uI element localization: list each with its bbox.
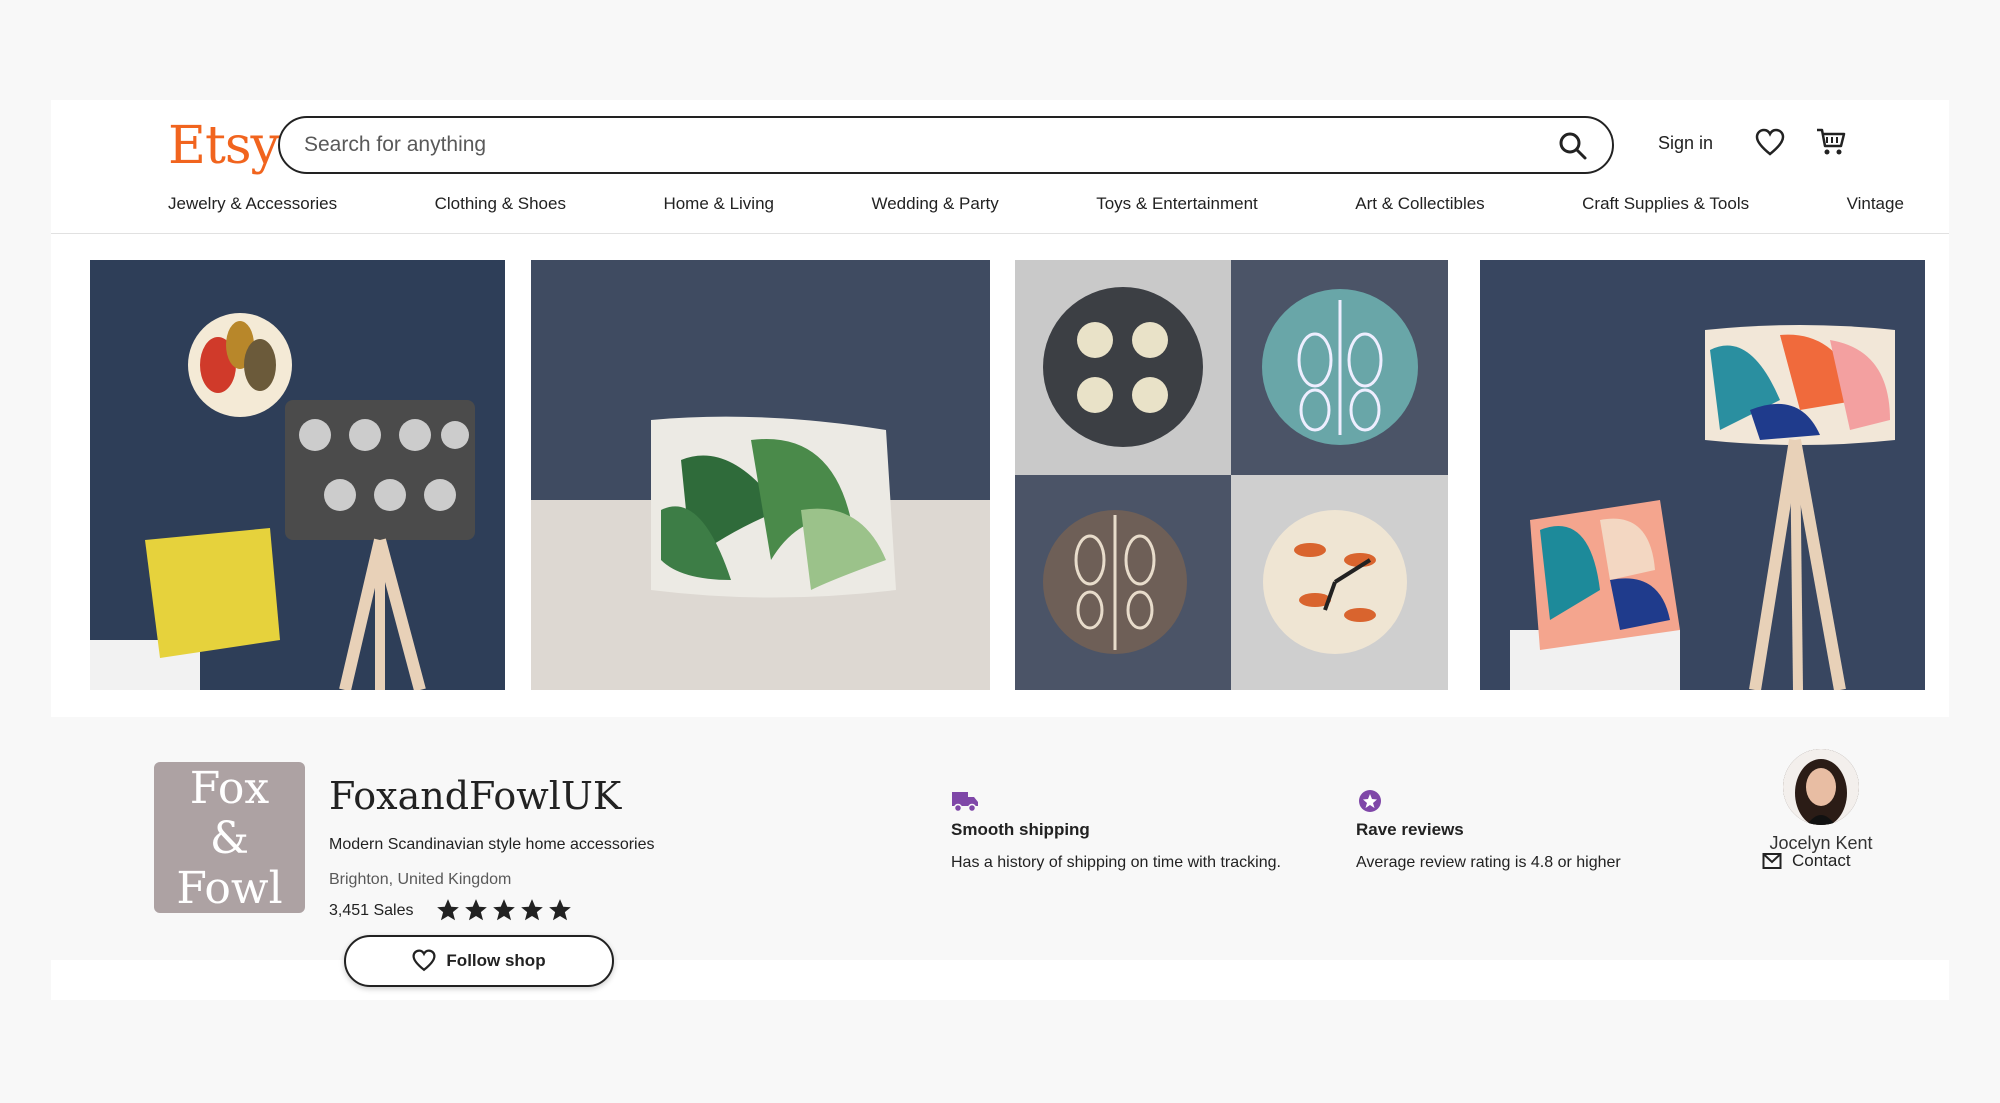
shop-sales-count[interactable]: 3,451 Sales bbox=[329, 902, 414, 920]
search-input[interactable]: Search for anything bbox=[304, 133, 486, 157]
feature-rave-reviews: Rave reviews Average review rating is 4.… bbox=[1356, 789, 1621, 872]
truck-icon bbox=[952, 792, 978, 813]
lamp-and-cushion-photo[interactable] bbox=[90, 260, 505, 690]
nav-item-craft[interactable]: Craft Supplies & Tools bbox=[1582, 194, 1749, 214]
page-frame: Etsy Search for anything Sign in Jewelry… bbox=[51, 100, 1949, 1000]
feature-smooth-shipping: Smooth shipping Has a history of shippin… bbox=[951, 789, 1281, 872]
feature-description: Has a history of shipping on time with t… bbox=[951, 854, 1281, 871]
star-icon bbox=[549, 899, 571, 921]
shop-name: FoxandFowlUK bbox=[329, 774, 622, 818]
feature-description: Average review rating is 4.8 or higher bbox=[1356, 854, 1621, 871]
follow-shop-label: Follow shop bbox=[446, 951, 546, 970]
shop-info-section: Fox & Fowl FoxandFowlUK Modern Scandinav… bbox=[51, 717, 1949, 987]
shop-tagline: Modern Scandinavian style home accessori… bbox=[329, 836, 655, 853]
star-icon bbox=[465, 899, 487, 921]
mail-icon bbox=[1762, 853, 1782, 869]
sign-in-link[interactable]: Sign in bbox=[1658, 133, 1713, 154]
feature-title: Rave reviews bbox=[1356, 820, 1464, 839]
favorites-heart-icon[interactable] bbox=[1755, 128, 1785, 158]
shop-logo-line: & bbox=[209, 813, 250, 864]
etsy-logo[interactable]: Etsy bbox=[168, 116, 280, 176]
nav-item-wedding[interactable]: Wedding & Party bbox=[871, 194, 998, 214]
cart-icon[interactable] bbox=[1815, 126, 1847, 158]
clocks-collage-photo[interactable] bbox=[1015, 260, 1448, 690]
contact-button[interactable]: Contact bbox=[1762, 851, 1851, 871]
star-icon bbox=[437, 899, 459, 921]
shop-location: Brighton, United Kingdom bbox=[329, 871, 512, 888]
star-icon bbox=[521, 899, 543, 921]
contact-label: Contact bbox=[1792, 851, 1851, 870]
heart-icon bbox=[412, 949, 436, 972]
nav-item-art[interactable]: Art & Collectibles bbox=[1355, 194, 1484, 214]
owner-avatar[interactable] bbox=[1783, 749, 1859, 825]
search-icon[interactable] bbox=[1558, 131, 1588, 161]
nav-item-clothing[interactable]: Clothing & Shoes bbox=[435, 194, 566, 214]
nav-item-vintage[interactable]: Vintage bbox=[1847, 194, 1904, 214]
nav-item-toys[interactable]: Toys & Entertainment bbox=[1096, 194, 1258, 214]
star-icon bbox=[493, 899, 515, 921]
star-badge-icon bbox=[1359, 790, 1381, 812]
feature-title: Smooth shipping bbox=[951, 820, 1090, 839]
tropical-lamp-photo[interactable] bbox=[1480, 260, 1925, 690]
category-nav: Jewelry & Accessories Clothing & Shoes H… bbox=[168, 194, 1904, 214]
header-divider bbox=[51, 233, 1949, 234]
nav-item-jewelry[interactable]: Jewelry & Accessories bbox=[168, 194, 337, 214]
shop-logo[interactable]: Fox & Fowl bbox=[154, 762, 305, 914]
shop-owner: Jocelyn Kent bbox=[1751, 749, 1891, 854]
shop-logo-line: Fox bbox=[189, 763, 270, 814]
shop-logo-line: Fowl bbox=[176, 863, 283, 914]
search-bar[interactable]: Search for anything bbox=[278, 116, 1614, 174]
shop-rating-stars[interactable] bbox=[435, 897, 573, 923]
nav-item-home[interactable]: Home & Living bbox=[663, 194, 774, 214]
follow-shop-button[interactable]: Follow shop bbox=[344, 935, 614, 987]
toiletry-bag-photo[interactable] bbox=[531, 260, 990, 690]
